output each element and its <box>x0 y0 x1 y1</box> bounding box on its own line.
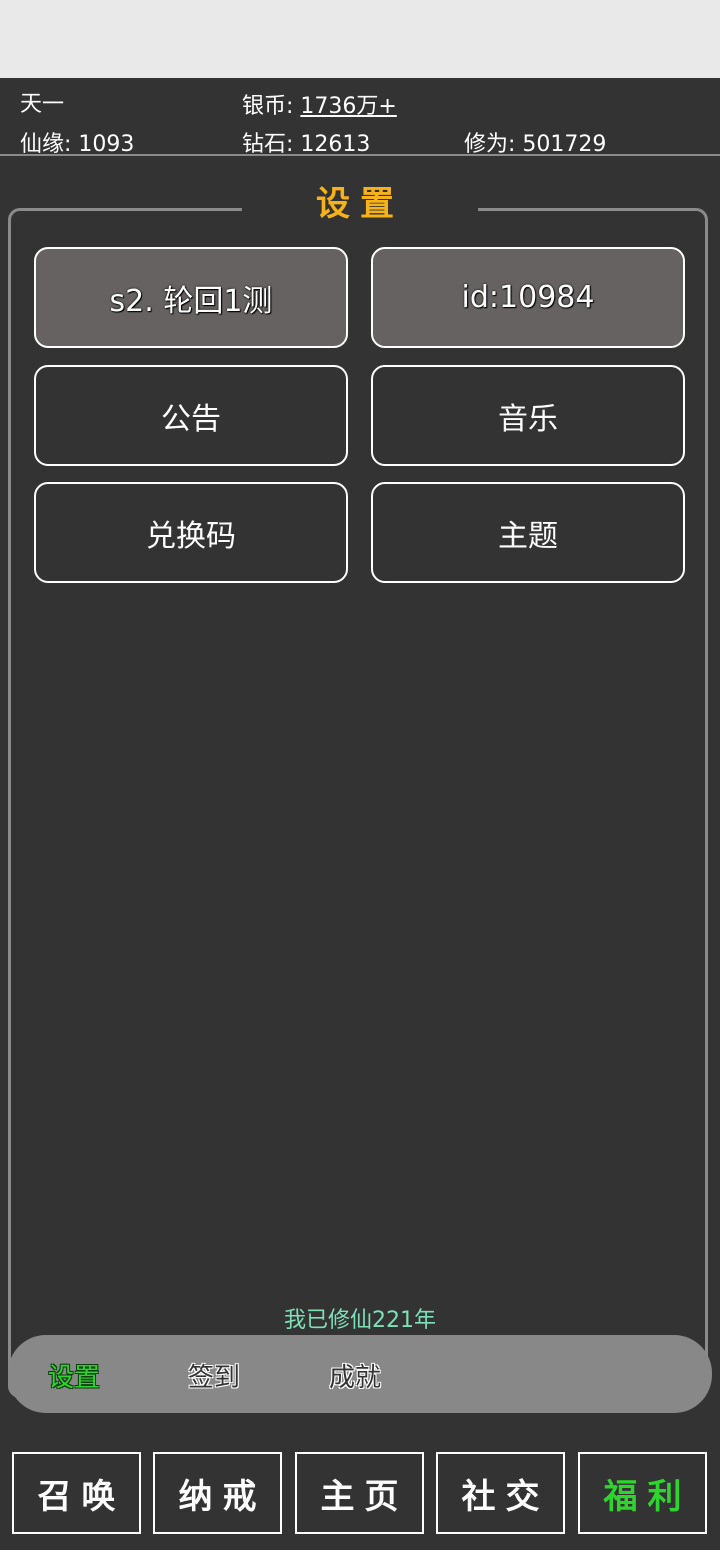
nav-home[interactable]: 主页 <box>295 1452 424 1534</box>
theme-button[interactable]: 主题 <box>371 482 685 583</box>
sub-tab-bar: 设置 签到 成就 <box>8 1335 712 1413</box>
cultivation-years-text: 我已修仙221年 <box>284 1308 436 1333</box>
redeem-code-button[interactable]: 兑换码 <box>34 482 348 583</box>
announcement-button[interactable]: 公告 <box>34 365 348 466</box>
server-button[interactable]: s2. 轮回1测 <box>34 247 348 348</box>
player-name: 天一 <box>20 92 65 117</box>
nav-welfare[interactable]: 福利 <box>578 1452 707 1534</box>
silver-currency: 银币: 1736万+ <box>242 88 397 120</box>
panel-title: 设置 <box>316 184 404 224</box>
player-info-bar: 天一 银币: 1736万+ 仙缘: 1093 钻石: 12613 修为: 501… <box>0 78 720 157</box>
silver-value[interactable]: 1736万+ <box>300 94 396 119</box>
nav-social[interactable]: 社交 <box>436 1452 565 1534</box>
silver-label: 银币: <box>242 94 301 119</box>
player-id-button[interactable]: id:10984 <box>371 247 685 348</box>
nav-summon[interactable]: 召唤 <box>12 1452 141 1534</box>
tab-checkin[interactable]: 签到 <box>188 1357 240 1394</box>
system-status-bar <box>0 0 720 78</box>
divider <box>0 154 720 156</box>
music-button[interactable]: 音乐 <box>371 365 685 466</box>
tab-settings[interactable]: 设置 <box>48 1357 100 1394</box>
tab-achievements[interactable]: 成就 <box>329 1357 381 1394</box>
nav-ring[interactable]: 纳戒 <box>153 1452 282 1534</box>
